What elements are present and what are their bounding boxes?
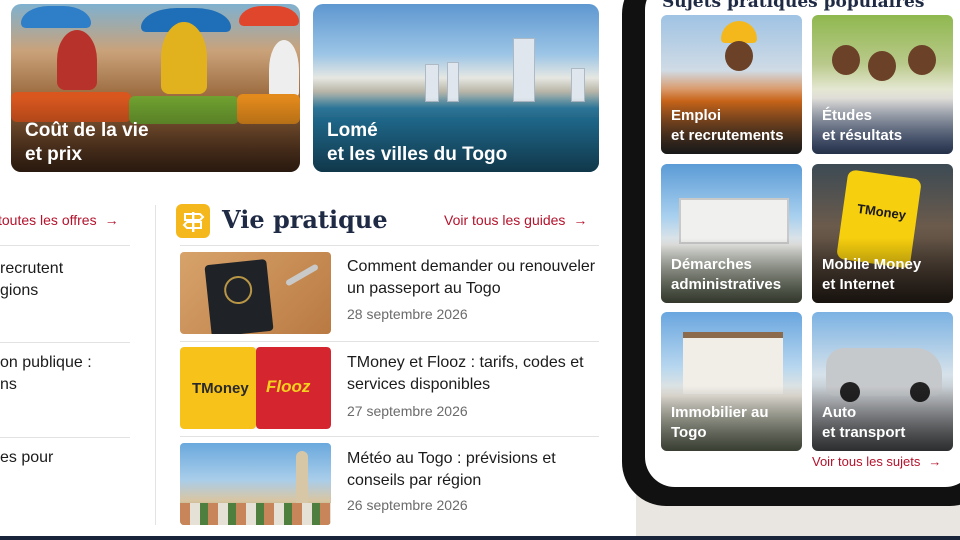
topic-tile-immobilier[interactable]: Immobilier au Togo — [661, 312, 802, 451]
tile-label-line: Auto — [822, 404, 857, 421]
job-listing-line: on publique : — [0, 354, 92, 371]
article-title[interactable]: Météo au Togo : prévisions et conseils p… — [347, 448, 602, 492]
topic-tile-mobile-money[interactable]: TMoney Mobile Money et Internet — [812, 164, 953, 303]
job-listing-line: ns — [0, 376, 17, 393]
article-date: 28 septembre 2026 — [347, 306, 468, 322]
tile-label-line: et transport — [822, 424, 906, 441]
hero-title-line: et prix — [25, 144, 83, 165]
hero-card-lome[interactable]: Lomé et les villes du Togo — [313, 4, 599, 172]
topic-tile-auto[interactable]: Auto et transport — [812, 312, 953, 451]
worker-figure — [725, 41, 753, 71]
tile-label: Études et résultats — [822, 106, 952, 146]
column-divider — [155, 205, 156, 525]
tile-label-line: Emploi — [671, 107, 722, 124]
tile-label: Auto et transport — [822, 403, 952, 443]
divider — [180, 436, 599, 437]
divider — [180, 341, 599, 342]
job-listing-line: gions — [0, 282, 39, 299]
divider — [180, 245, 599, 246]
job-listing-item[interactable]: recrutent gions — [0, 258, 140, 302]
umbrella-shape — [21, 6, 91, 28]
tile-label-line: Mobile Money — [822, 256, 922, 273]
vendor-figure — [161, 22, 207, 94]
topic-tile-etudes[interactable]: Études et résultats — [812, 15, 953, 154]
passport-shape — [204, 258, 274, 334]
section-title: Vie pratique — [222, 205, 388, 234]
hero-title-line: Lomé — [327, 120, 378, 141]
article-thumbnail-mobile-money[interactable]: TMoney Flooz — [180, 347, 331, 429]
hero-title: Coût de la vie et prix — [25, 119, 285, 167]
article-date: 27 septembre 2026 — [347, 403, 468, 419]
hero-card-cost-of-living[interactable]: Coût de la vie et prix — [11, 4, 300, 172]
student-figure — [868, 51, 896, 81]
see-all-topics-link[interactable]: Voir tous les sujets → — [812, 454, 941, 469]
topic-tile-demarches[interactable]: Démarches administratives — [661, 164, 802, 303]
job-listing-line: recrutent — [0, 260, 64, 277]
article-thumbnail-weather[interactable] — [180, 443, 331, 525]
tile-label-line: et résultats — [822, 127, 903, 144]
skyline-tower — [447, 62, 459, 102]
tile-label: Emploi et recrutements — [671, 106, 801, 146]
see-all-topics-label: Voir tous les sujets — [812, 454, 921, 469]
arrow-right-icon: → — [573, 212, 588, 228]
divider — [0, 245, 130, 246]
divider — [0, 437, 130, 438]
bottom-bar — [0, 536, 960, 540]
article-date: 26 septembre 2026 — [347, 497, 468, 513]
seal-shape — [222, 274, 254, 306]
tile-label: Démarches administratives — [671, 255, 801, 295]
article-title[interactable]: TMoney et Flooz : tarifs, codes et servi… — [347, 352, 602, 396]
tile-label-line: et recrutements — [671, 127, 784, 144]
tile-label-line: Immobilier au Togo — [671, 404, 769, 441]
arrow-right-icon: → — [104, 212, 119, 228]
phone-screen: Sujets pratiques populaires Emploi et re… — [645, 0, 960, 487]
hero-title-line: et les villes du Togo — [327, 144, 508, 165]
article-title[interactable]: Comment demander ou renouveler un passep… — [347, 256, 602, 300]
vendor-figure — [269, 40, 299, 100]
divider — [0, 342, 130, 343]
hero-title: Lomé et les villes du Togo — [327, 119, 587, 167]
tile-label-line: administratives — [671, 276, 782, 293]
topic-tile-emploi[interactable]: Emploi et recrutements — [661, 15, 802, 154]
see-all-guides-label: Voir tous les guides — [444, 212, 566, 228]
article-thumbnail-passport[interactable] — [180, 252, 331, 334]
main-page: Coût de la vie et prix Lomé et les ville… — [0, 0, 636, 536]
tile-label-line: et Internet — [822, 276, 895, 293]
rooftops-shape — [180, 503, 331, 525]
hard-hat-shape — [721, 21, 757, 43]
job-listing-item[interactable]: es pour — [0, 447, 140, 469]
umbrella-shape — [239, 6, 299, 26]
tile-label-line: Études — [822, 107, 873, 124]
skyline-tower — [513, 38, 535, 102]
student-figure — [832, 45, 860, 75]
vendor-figure — [57, 30, 97, 90]
hero-title-line: Coût de la vie — [25, 120, 149, 141]
arrow-right-icon: → — [928, 454, 942, 469]
see-all-offers-link[interactable]: toutes les offres → — [0, 212, 119, 228]
job-listing-item[interactable]: on publique : ns — [0, 352, 140, 396]
flooz-card: Flooz — [256, 347, 331, 429]
see-all-guides-link[interactable]: Voir tous les guides → — [444, 212, 587, 228]
phone-section-heading: Sujets pratiques populaires — [662, 0, 925, 12]
tile-label: Mobile Money et Internet — [822, 255, 952, 295]
house-shape — [683, 332, 783, 394]
tile-label: Immobilier au Togo — [671, 403, 801, 443]
tile-label-line: Démarches — [671, 256, 752, 273]
job-listing-line: es pour — [0, 449, 54, 466]
tmoney-card: TMoney — [180, 347, 256, 429]
student-figure — [908, 45, 936, 75]
pen-shape — [284, 263, 320, 287]
signpost-icon — [176, 204, 210, 238]
see-all-offers-label: toutes les offres — [0, 212, 97, 228]
